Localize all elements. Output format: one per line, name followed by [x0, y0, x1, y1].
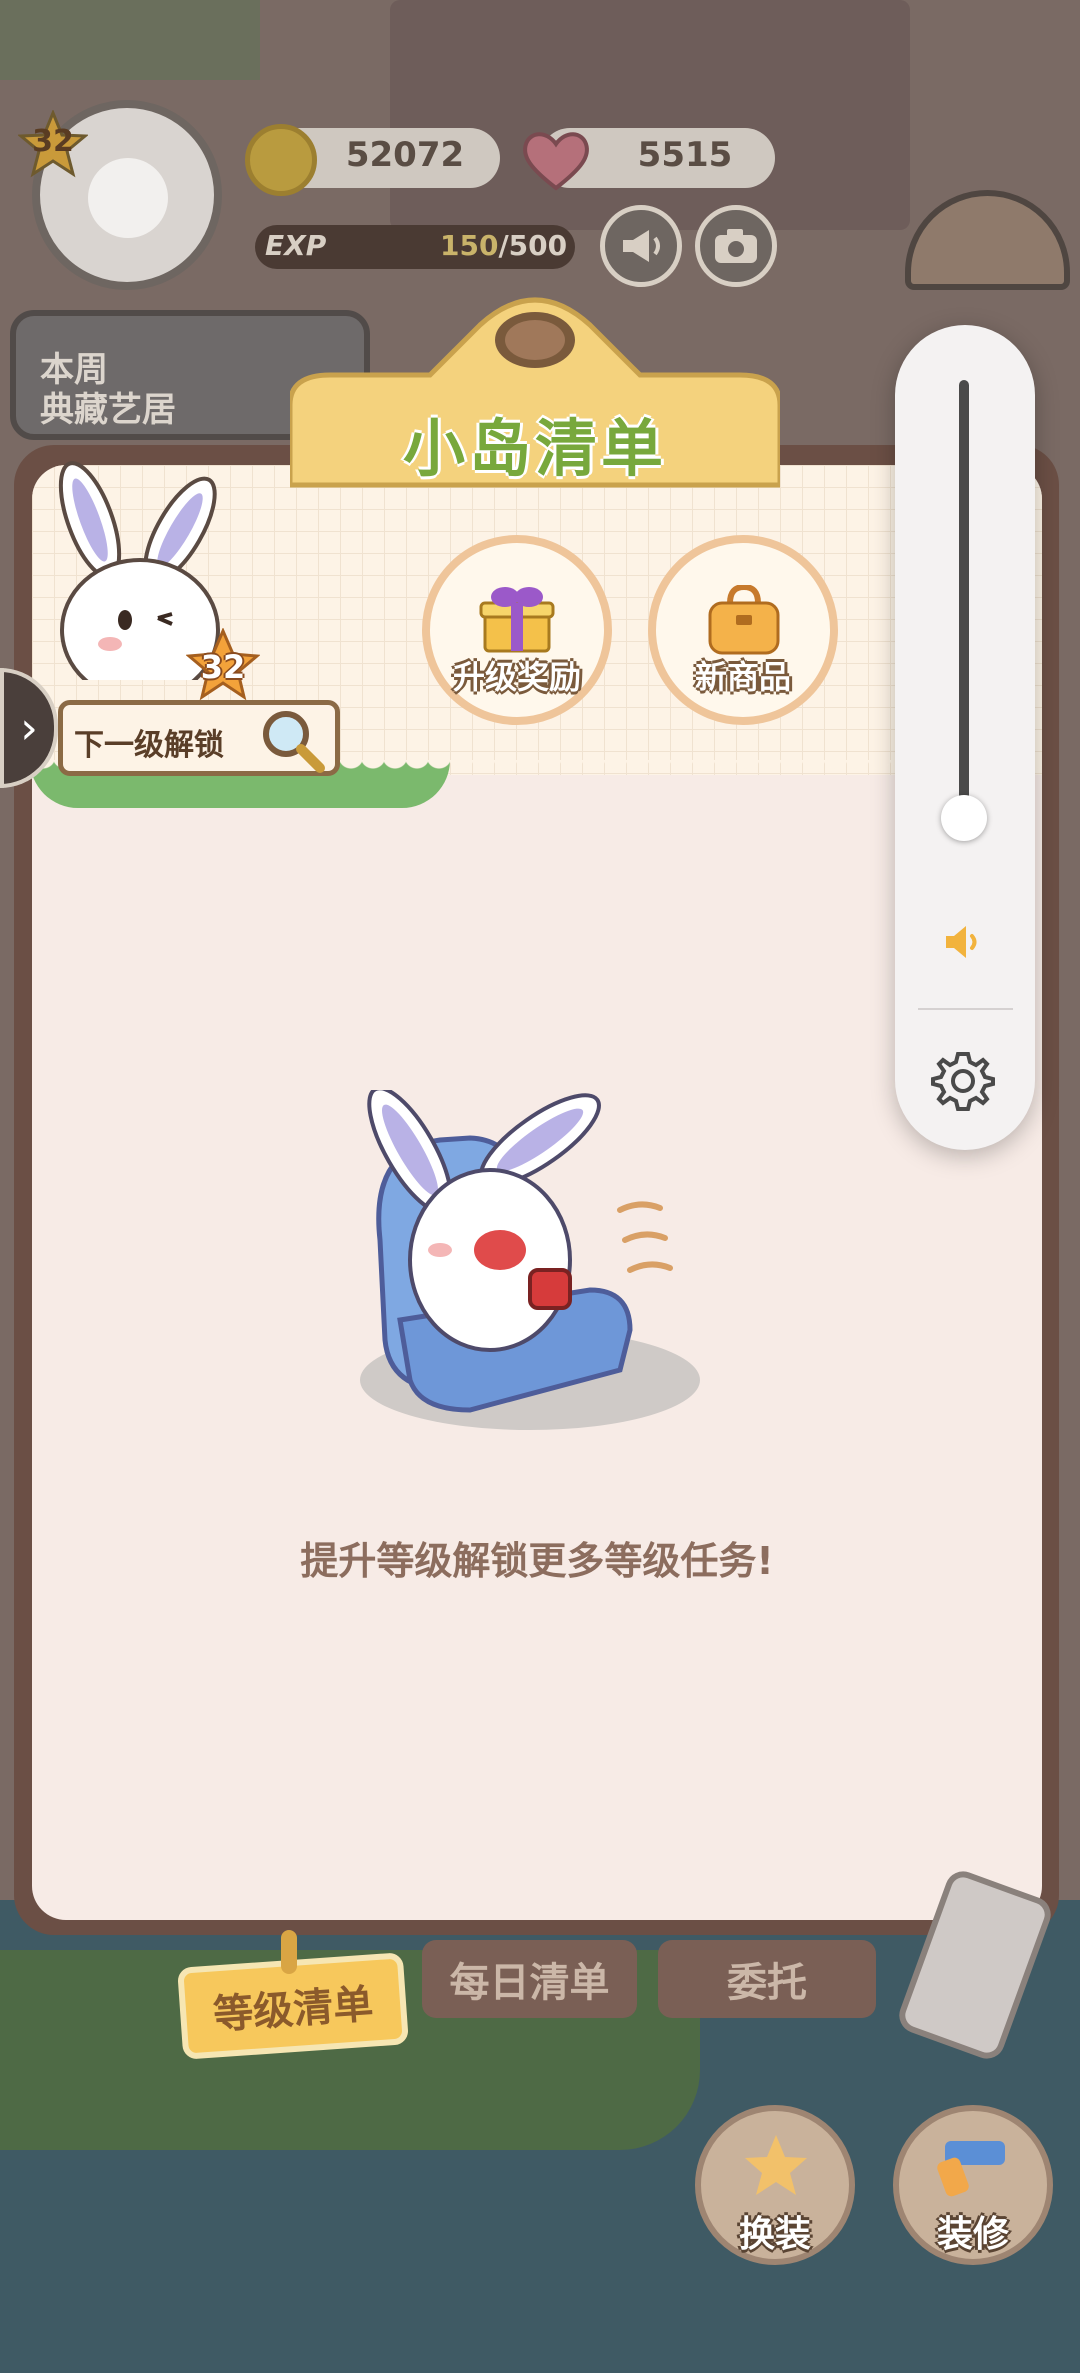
- gift-box-icon: [479, 587, 555, 653]
- next-level-number: 32: [200, 648, 246, 686]
- weekly-banner-text: 本周 典藏艺居: [40, 350, 176, 430]
- exp-label: EXP: [265, 229, 327, 262]
- renovate-icon: [937, 2141, 1005, 2197]
- bunny-sofa-illustration: [360, 1090, 700, 1430]
- exp-value: 150/500: [440, 229, 567, 262]
- upgrade-reward-label: 升级奖励: [452, 658, 581, 696]
- panel-title: 小岛清单: [402, 412, 667, 485]
- background-building: [390, 0, 910, 230]
- speaker-icon[interactable]: [940, 918, 988, 966]
- announcement-button[interactable]: [600, 205, 682, 287]
- camera-icon: [715, 229, 757, 263]
- magnifier-icon: [263, 711, 325, 773]
- coin-value: 52072: [345, 135, 465, 175]
- megaphone-icon: [623, 230, 660, 262]
- heart-icon: [523, 132, 589, 191]
- volume-divider: [918, 1008, 1013, 1010]
- outfit-label: 换装: [738, 2214, 811, 2255]
- exp-max: /500: [498, 229, 568, 262]
- volume-slider-track[interactable]: [959, 380, 969, 820]
- tab-entrust[interactable]: 委托: [658, 1940, 876, 2018]
- chevron-right-icon: ›: [20, 702, 38, 754]
- gear-icon[interactable]: [930, 1048, 996, 1114]
- tab-daily-list[interactable]: 每日清单: [422, 1940, 637, 2018]
- new-item-bag-icon: [708, 585, 780, 655]
- player-level: 32: [32, 124, 74, 159]
- heart-value: 5515: [637, 135, 733, 175]
- empty-state-message: 提升等级解锁更多等级任务!: [300, 1539, 774, 1583]
- volume-slider-handle[interactable]: [941, 795, 987, 841]
- background-scenery: [0, 0, 260, 80]
- coin-icon: [245, 124, 317, 196]
- exp-current: 150: [440, 229, 499, 262]
- camera-button[interactable]: [695, 205, 777, 287]
- next-level-unlock-label: 下一级解锁: [74, 728, 224, 763]
- tab-pin-decoration: [281, 1930, 297, 1974]
- outfit-icon: [745, 2135, 807, 2195]
- renovate-label: 装修: [936, 2214, 1009, 2255]
- new-items-label: 新商品: [694, 658, 791, 696]
